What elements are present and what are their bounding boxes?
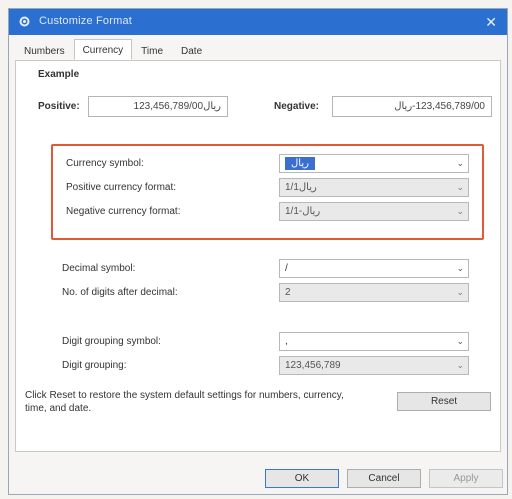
positive-format-value: ریال1/1 (285, 182, 317, 193)
positive-label: Positive: (38, 101, 80, 112)
chevron-down-icon: ⌄ (456, 158, 464, 168)
digits-after-decimal-value: 2 (285, 287, 291, 298)
decimal-symbol-value: / (285, 263, 288, 274)
example-heading: Example (38, 69, 80, 80)
negative-format-select[interactable]: 1/1-ریال ⌄ (279, 202, 469, 221)
title-bar: Customize Format ✕ (9, 9, 507, 35)
digit-grouping-symbol-label: Digit grouping symbol: (62, 336, 161, 347)
tab-currency[interactable]: Currency (73, 39, 133, 60)
digit-grouping-symbol-select[interactable]: , ⌄ (279, 332, 469, 351)
ok-button[interactable]: OK (265, 469, 339, 488)
tab-date[interactable]: Date (172, 41, 211, 60)
currency-symbol-select[interactable]: ریال ⌄ (279, 154, 469, 173)
chevron-down-icon: ⌄ (456, 206, 464, 216)
negative-label: Negative: (274, 101, 320, 112)
close-icon[interactable]: ✕ (485, 14, 497, 31)
currency-symbol-value: ریال (285, 157, 315, 170)
positive-format-label: Positive currency format: (66, 182, 177, 193)
decimal-symbol-select[interactable]: / ⌄ (279, 259, 469, 278)
chevron-down-icon: ⌄ (456, 336, 464, 346)
reset-button[interactable]: Reset (397, 392, 491, 411)
digit-grouping-select[interactable]: 123,456,789 ⌄ (279, 356, 469, 375)
tab-time[interactable]: Time (132, 41, 172, 60)
positive-example-field: ریال123,456,789/00 (88, 96, 228, 117)
chevron-down-icon: ⌄ (456, 263, 464, 273)
decimal-symbol-label: Decimal symbol: (62, 263, 136, 274)
customize-format-dialog: Customize Format ✕ Numbers Currency Time… (8, 8, 508, 495)
tab-numbers[interactable]: Numbers (15, 41, 74, 60)
negative-format-label: Negative currency format: (66, 206, 181, 217)
positive-format-select[interactable]: ریال1/1 ⌄ (279, 178, 469, 197)
negative-format-value: 1/1-ریال (285, 206, 321, 217)
reset-description: Click Reset to restore the system defaul… (25, 390, 344, 414)
apply-button[interactable]: Apply (429, 469, 503, 488)
digits-after-decimal-label: No. of digits after decimal: (62, 287, 178, 298)
digit-grouping-symbol-value: , (285, 336, 288, 347)
chevron-down-icon: ⌄ (456, 360, 464, 370)
window-title: Customize Format (39, 15, 133, 27)
digits-after-decimal-select[interactable]: 2 ⌄ (279, 283, 469, 302)
digit-grouping-value: 123,456,789 (285, 360, 341, 371)
settings-gear-icon (19, 16, 30, 27)
chevron-down-icon: ⌄ (456, 287, 464, 297)
chevron-down-icon: ⌄ (456, 182, 464, 192)
negative-example-field: 123,456,789/00-ریال (332, 96, 492, 117)
digit-grouping-label: Digit grouping: (62, 360, 127, 371)
tab-strip: Numbers Currency Time Date (15, 39, 211, 61)
currency-symbol-label: Currency symbol: (66, 158, 144, 169)
cancel-button[interactable]: Cancel (347, 469, 421, 488)
